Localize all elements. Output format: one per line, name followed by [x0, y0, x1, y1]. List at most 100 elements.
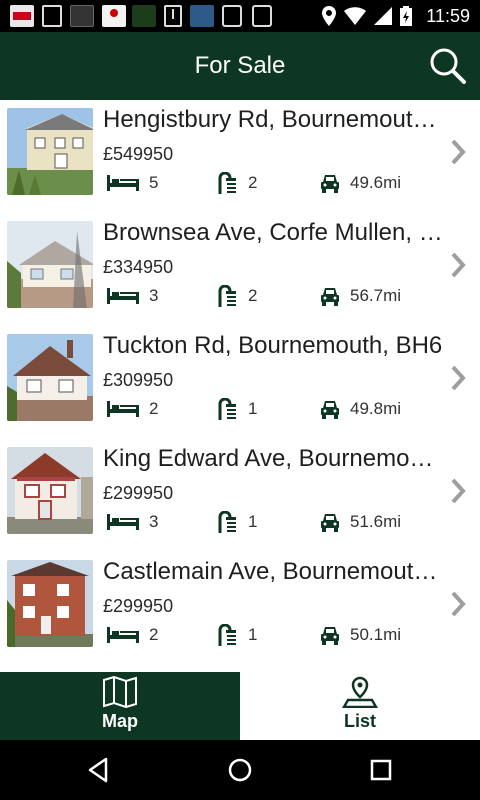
list-item[interactable]: Castlemain Ave, Bournemouth, BH6 £299950… — [0, 552, 480, 664]
notification-app-icon — [70, 5, 94, 27]
beds-count: 3 — [149, 512, 159, 531]
car-icon — [321, 401, 339, 419]
tab-list[interactable]: List — [240, 672, 480, 740]
baths-count: 1 — [248, 625, 258, 644]
distance-value: 49.6mi — [350, 173, 402, 192]
beds-count: 2 — [149, 625, 159, 644]
bath-icon — [218, 511, 236, 533]
distance-stat: 51.6mi — [320, 511, 401, 533]
car-icon — [321, 627, 339, 645]
bed-icon — [107, 401, 139, 417]
beds-stat: 5 — [107, 172, 158, 194]
property-photo — [7, 560, 93, 647]
beds-stat: 2 — [107, 624, 158, 646]
notification-remax-icon — [10, 5, 34, 27]
baths-count: 2 — [248, 286, 258, 305]
list-item[interactable]: King Edward Ave, Bournemouth, BH9 £29995… — [0, 439, 480, 551]
signal-icon — [374, 7, 393, 25]
distance-value: 49.8mi — [350, 399, 402, 418]
app-bar: For Sale — [0, 32, 480, 100]
notification-app-icon — [132, 5, 156, 27]
wifi-icon — [344, 7, 367, 25]
baths-count: 1 — [248, 512, 258, 531]
bed-icon — [107, 288, 139, 304]
distance-value: 51.6mi — [350, 512, 402, 531]
listing-price: £299950 — [103, 596, 174, 616]
car-icon — [321, 514, 339, 532]
tab-map-label: Map — [102, 711, 138, 731]
baths-stat: 2 — [218, 172, 257, 194]
distance-stat: 56.7mi — [320, 285, 401, 307]
status-time: 11:59 — [426, 5, 470, 26]
home-icon[interactable] — [225, 755, 255, 785]
list-item[interactable]: Hengistbury Rd, Bournemouth, BH6 £549950… — [0, 100, 480, 212]
search-icon — [430, 48, 466, 84]
baths-stat: 2 — [218, 285, 257, 307]
property-photo — [7, 108, 93, 195]
recents-icon[interactable] — [366, 755, 396, 785]
baths-count: 1 — [248, 399, 258, 418]
listing-address: Tuckton Rd, Bournemouth, BH6 — [103, 332, 443, 359]
image-notification-icon — [42, 5, 62, 27]
baths-stat: 1 — [218, 624, 257, 646]
location-pin-icon — [342, 676, 378, 708]
tab-map[interactable]: Map — [0, 672, 240, 740]
listing-address: Brownsea Ave, Corfe Mullen, Wimborne — [103, 219, 443, 246]
listing-address: Castlemain Ave, Bournemouth, BH6 — [103, 558, 443, 585]
beds-stat: 3 — [107, 511, 158, 533]
beds-count: 2 — [149, 399, 159, 418]
chevron-right-icon — [451, 139, 466, 165]
distance-value: 56.7mi — [350, 286, 402, 305]
property-list: Hengistbury Rd, Bournemouth, BH6 £549950… — [0, 100, 480, 672]
baths-stat: 1 — [218, 398, 257, 420]
notification-bag-icon — [222, 5, 242, 27]
map-icon — [103, 676, 137, 708]
listing-price: £549950 — [103, 144, 174, 164]
search-button[interactable] — [428, 46, 468, 86]
tab-list-label: List — [343, 711, 376, 731]
beds-stat: 3 — [107, 285, 158, 307]
property-photo — [7, 334, 93, 421]
bath-icon — [218, 285, 236, 307]
baths-stat: 1 — [218, 511, 257, 533]
back-icon[interactable] — [84, 755, 114, 785]
distance-stat: 50.1mi — [320, 624, 401, 646]
distance-stat: 49.8mi — [320, 398, 401, 420]
bath-icon — [218, 172, 236, 194]
status-bar: 11:59 — [0, 0, 480, 32]
page-title: For Sale — [194, 52, 286, 79]
distance-stat: 49.6mi — [320, 172, 401, 194]
list-item[interactable]: Brownsea Ave, Corfe Mullen, Wimborne £33… — [0, 213, 480, 325]
listing-address: King Edward Ave, Bournemouth, BH9 — [103, 445, 443, 472]
notification-focus-icon — [190, 5, 214, 27]
beds-count: 5 — [149, 173, 159, 192]
property-photo — [7, 221, 93, 308]
bath-icon — [218, 398, 236, 420]
baths-count: 2 — [248, 173, 258, 192]
car-icon — [321, 175, 339, 193]
location-icon — [322, 6, 337, 26]
distance-value: 50.1mi — [350, 625, 402, 644]
bottom-tab-bar: Map List — [0, 672, 480, 740]
listing-price: £334950 — [103, 257, 174, 277]
list-item[interactable]: Tuckton Rd, Bournemouth, BH6 £309950 2 1… — [0, 326, 480, 438]
listing-address: Hengistbury Rd, Bournemouth, BH6 — [103, 106, 443, 133]
bed-icon — [107, 175, 139, 191]
property-photo — [7, 447, 93, 534]
chevron-right-icon — [451, 478, 466, 504]
download-notification-icon — [164, 5, 182, 27]
listing-price: £299950 — [103, 483, 174, 503]
chevron-right-icon — [451, 252, 466, 278]
listing-price: £309950 — [103, 370, 174, 390]
notification-bag-icon — [252, 5, 272, 27]
system-nav-bar — [0, 740, 480, 800]
battery-icon — [400, 6, 413, 26]
bed-icon — [107, 514, 139, 530]
bed-icon — [107, 627, 139, 643]
car-icon — [321, 288, 339, 306]
beds-count: 3 — [149, 286, 159, 305]
beds-stat: 2 — [107, 398, 158, 420]
chevron-right-icon — [451, 365, 466, 391]
chevron-right-icon — [451, 591, 466, 617]
bath-icon — [218, 624, 236, 646]
